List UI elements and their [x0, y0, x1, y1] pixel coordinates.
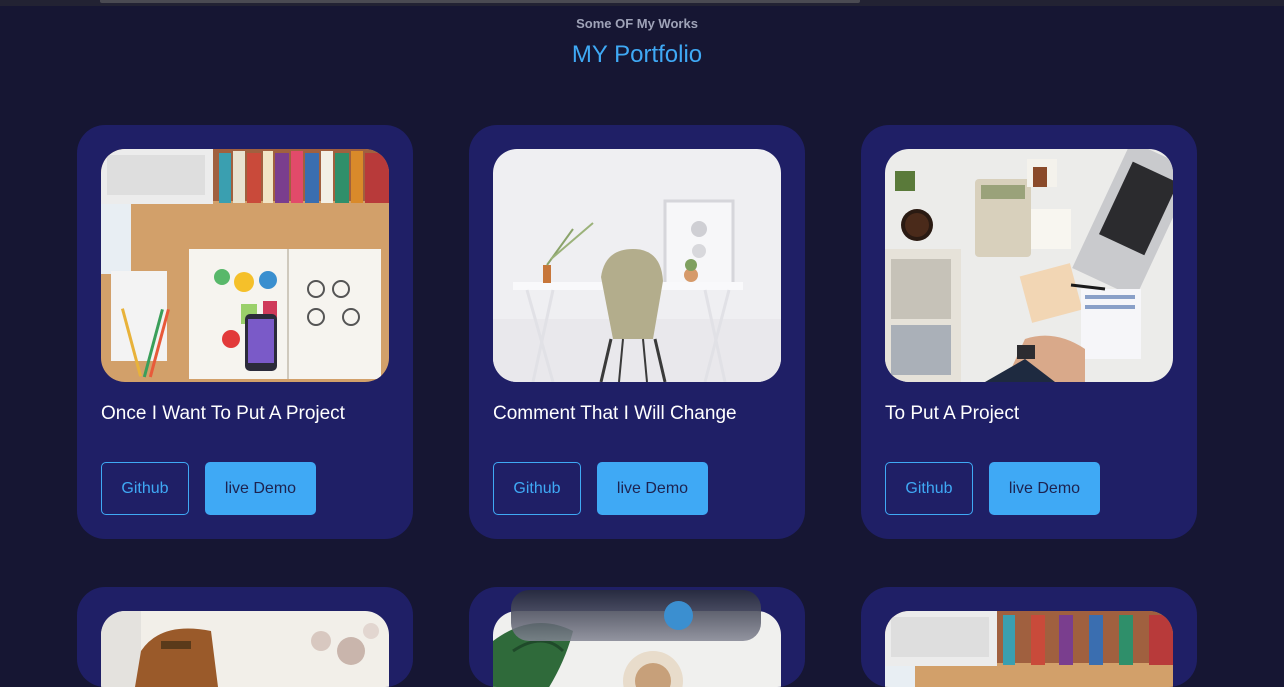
project-card	[77, 587, 413, 687]
desk-workspace-image	[101, 149, 389, 382]
project-card: To Put A Project Github live Demo	[861, 125, 1197, 539]
project-image	[493, 149, 781, 382]
project-card	[861, 587, 1197, 687]
leather-bag-image	[101, 611, 389, 687]
github-button[interactable]: Github	[493, 462, 581, 515]
office-desk-top-view-image	[885, 149, 1173, 382]
project-title: Once I Want To Put A Project	[101, 403, 345, 424]
section-title: MY Portfolio	[571, 41, 703, 68]
scroll-indicator-overlay[interactable]	[511, 590, 761, 641]
project-title: Comment That I Will Change	[493, 403, 737, 424]
live-demo-button[interactable]: live Demo	[597, 462, 708, 515]
section-subtitle: Some OF My Works	[576, 16, 698, 31]
horizontal-scrollbar[interactable]	[100, 0, 860, 3]
project-image	[101, 149, 389, 382]
live-demo-button[interactable]: live Demo	[989, 462, 1100, 515]
github-button[interactable]: Github	[885, 462, 973, 515]
scroll-indicator-knob[interactable]	[664, 601, 693, 630]
project-title: To Put A Project	[885, 403, 1020, 424]
github-button[interactable]: Github	[101, 462, 189, 515]
project-card: Once I Want To Put A Project Github live…	[77, 125, 413, 539]
project-card: Comment That I Will Change Github live D…	[469, 125, 805, 539]
white-desk-chair-image	[493, 149, 781, 382]
project-image	[101, 611, 389, 687]
project-image	[885, 149, 1173, 382]
desk-workspace-image	[885, 611, 1173, 687]
live-demo-button[interactable]: live Demo	[205, 462, 316, 515]
project-image	[885, 611, 1173, 687]
browser-top-bar	[0, 0, 1284, 6]
